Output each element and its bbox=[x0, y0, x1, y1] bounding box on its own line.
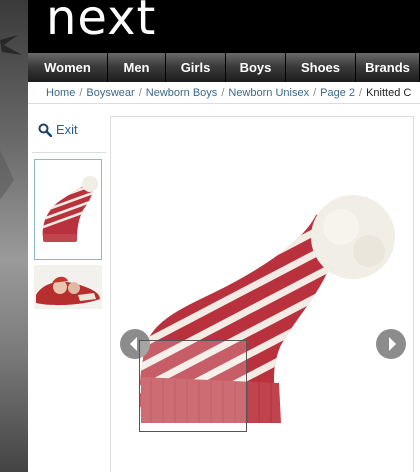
nav-item-women[interactable]: Women bbox=[28, 53, 108, 82]
breadcrumb-page-2[interactable]: Page 2 bbox=[320, 87, 355, 99]
nav-item-girls[interactable]: Girls bbox=[166, 53, 226, 82]
baby-photo-thumbnail[interactable] bbox=[34, 265, 102, 309]
breadcrumb-newborn-boys[interactable]: Newborn Boys bbox=[146, 87, 218, 99]
breadcrumb-separator: / bbox=[359, 87, 363, 99]
thumbnail-sidebar: Exit bbox=[28, 104, 110, 472]
breadcrumb-boyswear[interactable]: Boyswear bbox=[86, 87, 134, 99]
main-nav: Women Men Girls Boys Shoes Brands bbox=[28, 53, 420, 82]
breadcrumb: Home / Boyswear / Newborn Boys / Newborn Unise… bbox=[28, 83, 420, 104]
brand-logo[interactable]: next bbox=[46, 0, 156, 42]
hat-thumbnail[interactable] bbox=[34, 159, 102, 260]
exit-label: Exit bbox=[56, 122, 78, 137]
page-background-left bbox=[0, 0, 28, 472]
divider bbox=[32, 152, 106, 153]
breadcrumb-separator: / bbox=[221, 87, 225, 99]
breadcrumb-current: Knitted C bbox=[366, 87, 412, 99]
exit-button[interactable]: Exit bbox=[38, 122, 78, 137]
nav-item-shoes[interactable]: Shoes bbox=[286, 53, 356, 82]
zoom-lens[interactable] bbox=[139, 340, 247, 432]
breadcrumb-separator: / bbox=[79, 87, 83, 99]
site-header: next bbox=[28, 0, 420, 53]
breadcrumb-newborn-unisex[interactable]: Newborn Unisex bbox=[228, 87, 309, 99]
search-icon bbox=[38, 123, 52, 137]
breadcrumb-separator: / bbox=[138, 87, 142, 99]
nav-item-men[interactable]: Men bbox=[108, 53, 166, 82]
breadcrumb-home[interactable]: Home bbox=[46, 87, 75, 99]
chevron-right-icon bbox=[389, 337, 396, 351]
nav-item-boys[interactable]: Boys bbox=[226, 53, 286, 82]
next-image-button[interactable] bbox=[376, 329, 406, 359]
breadcrumb-separator: / bbox=[313, 87, 317, 99]
nav-item-brands[interactable]: Brands bbox=[356, 53, 420, 82]
